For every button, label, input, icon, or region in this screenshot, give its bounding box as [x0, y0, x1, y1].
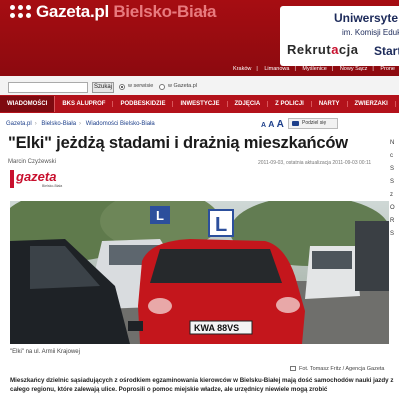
article-author[interactable]: Marcin Czyżewski: [8, 159, 56, 165]
photo-caption: "Elki" na ul. Armii Krajowej: [10, 349, 80, 355]
nav-item-inwestycje[interactable]: INWESTYCJE: [173, 101, 228, 107]
main-nav: WIADOMOŚCI BKS ALUPROF PODBESKIDZIE INWE…: [0, 95, 399, 113]
share-icon: [292, 121, 299, 126]
search-input[interactable]: [8, 82, 88, 93]
photo-credit: Fot. Tomasz Fritz / Agencja Gazeta: [290, 366, 385, 372]
font-small-button[interactable]: A: [261, 122, 266, 129]
share-button[interactable]: Podziel się: [288, 118, 338, 129]
city-link[interactable]: Prone: [380, 66, 395, 72]
search-scope-gazeta-radio[interactable]: [159, 84, 165, 90]
article-dates: 2011-09-03, ostatnia aktualizacja 2011-0…: [258, 160, 372, 166]
site-header: Gazeta.pl Bielsko-Biała Uniwersyte im. K…: [0, 0, 399, 76]
nav-item-z-policji[interactable]: Z POLICJI: [268, 101, 312, 107]
font-large-button[interactable]: A: [277, 119, 284, 130]
share-label: Podziel się: [302, 120, 327, 126]
source-logo-mark-icon: [10, 170, 14, 188]
city-link[interactable]: Myślenice: [302, 66, 326, 72]
nav-item-zwierzaki[interactable]: ZWIERZAKI: [348, 101, 396, 107]
ad-line-4: Start: [374, 44, 399, 58]
search-button[interactable]: Szukaj: [92, 82, 114, 93]
source-logo-sub: Bielsko-Biała: [42, 184, 63, 188]
article-title: "Elki" jeżdżą stadami i drażnią mieszkań…: [8, 134, 348, 152]
city-link[interactable]: Limanowa: [264, 66, 289, 72]
source-logo: gazeta Bielsko-Biała: [10, 169, 63, 190]
search-scope-site-radio[interactable]: [119, 84, 125, 90]
right-sidebar-cutoff: Nc SS zO RS: [390, 140, 395, 237]
breadcrumb-item[interactable]: Wiadomości Bielsko-Biała: [86, 121, 155, 127]
city-links: Kraków | Limanowa | Myślenice | Nowy Sącz | …: [233, 66, 395, 72]
nav-item-zdjecia[interactable]: ZDJĘCIA: [228, 101, 269, 107]
ad-line-2: im. Komisji Edukac: [342, 28, 399, 37]
breadcrumb: Gazeta.pl › Bielsko-Biała › Wiadomości Bie…: [6, 121, 155, 127]
photo-sign-letter-main: L: [215, 214, 227, 236]
site-logo[interactable]: Gazeta.pl Bielsko-Biała: [36, 2, 216, 22]
logo-city: Bielsko-Biała: [108, 2, 217, 21]
article-photo[interactable]: L L KWA 88VS: [10, 201, 389, 344]
nav-item-bks-aluprof[interactable]: BKS ALUPROF: [55, 101, 114, 107]
ad-line-1: Uniwersyte: [334, 11, 399, 25]
search-scope-gazeta-label: w Gazeta.pl: [168, 83, 198, 89]
logo-main: Gazeta.pl: [36, 2, 109, 21]
font-medium-button[interactable]: A: [268, 119, 274, 129]
breadcrumb-item[interactable]: Bielsko-Biała: [41, 121, 76, 127]
camera-icon: [290, 366, 296, 372]
nav-item-wiadomosci[interactable]: WIADOMOŚCI: [0, 96, 56, 112]
photo-plate: KWA 88VS: [194, 323, 239, 333]
driving-school-cars-photo: L L KWA 88VS: [10, 201, 389, 344]
nav-item-podbeskidzie[interactable]: PODBESKIDZIE: [113, 101, 174, 107]
font-size-controls: A A A: [261, 119, 284, 130]
city-link[interactable]: Nowy Sącz: [340, 66, 368, 72]
nav-item-narty[interactable]: NARTY: [312, 101, 348, 107]
breadcrumb-item[interactable]: Gazeta.pl: [6, 121, 32, 127]
city-link[interactable]: Kraków: [233, 66, 251, 72]
university-ad-banner[interactable]: Uniwersyte im. Komisji Edukac Rekrutacja…: [280, 6, 399, 66]
source-logo-text: gazeta: [16, 169, 57, 184]
search-scope-site-label: w serwisie: [128, 83, 154, 89]
article-lead: Mieszkańcy dzielnic sąsiadujących z ośro…: [10, 377, 394, 393]
ad-line-3: Rekrutacja: [287, 42, 359, 57]
gazeta-logo-icon: [10, 5, 32, 19]
photo-sign-letter: L: [156, 208, 164, 223]
